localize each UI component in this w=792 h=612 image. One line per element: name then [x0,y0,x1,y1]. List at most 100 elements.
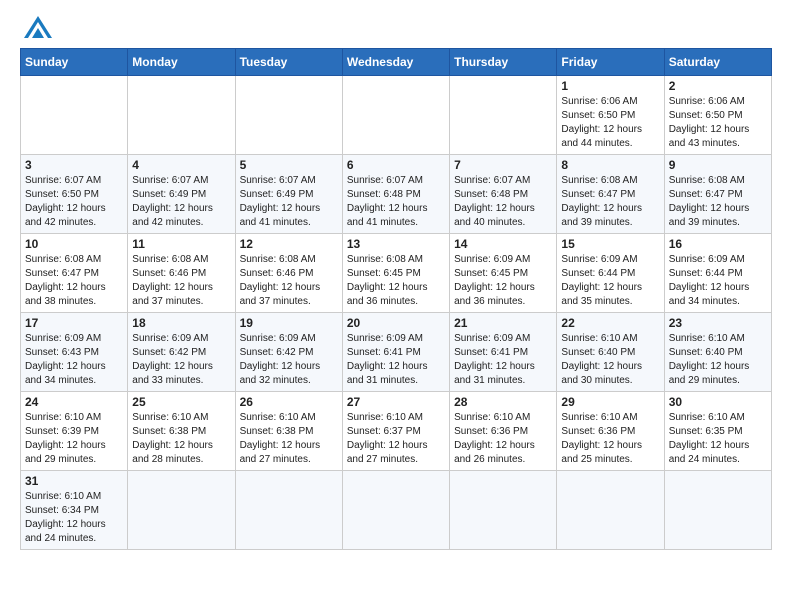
weekday-header-row: SundayMondayTuesdayWednesdayThursdayFrid… [21,49,772,76]
day-info: Sunrise: 6:10 AM Sunset: 6:40 PM Dayligh… [561,332,659,388]
calendar-cell: 20 Sunrise: 6:09 AM Sunset: 6:41 PM Dayli… [342,313,449,392]
day-info: Sunrise: 6:08 AM Sunset: 6:45 PM Dayligh… [347,253,445,309]
day-number: 18 [132,316,230,330]
calendar-cell [450,471,557,550]
day-number: 4 [132,158,230,172]
day-info: Sunrise: 6:10 AM Sunset: 6:36 PM Dayligh… [561,411,659,467]
day-number: 31 [25,474,123,488]
calendar-cell: 4 Sunrise: 6:07 AM Sunset: 6:49 PM Daylig… [128,155,235,234]
day-number: 3 [25,158,123,172]
calendar-cell: 27 Sunrise: 6:10 AM Sunset: 6:37 PM Dayli… [342,392,449,471]
day-number: 22 [561,316,659,330]
calendar-cell: 1Sunrise: 6:06 AM Sunset: 6:50 PM Daylig… [557,76,664,155]
day-number: 6 [347,158,445,172]
day-number: 17 [25,316,123,330]
calendar-cell [128,471,235,550]
calendar-cell: 17 Sunrise: 6:09 AM Sunset: 6:43 PM Dayli… [21,313,128,392]
day-info: Sunrise: 6:09 AM Sunset: 6:45 PM Dayligh… [454,253,552,309]
calendar-week-row: 24 Sunrise: 6:10 AM Sunset: 6:39 PM Dayli… [21,392,772,471]
day-number: 21 [454,316,552,330]
calendar-cell [235,76,342,155]
day-number: 25 [132,395,230,409]
day-info: Sunrise: 6:07 AM Sunset: 6:48 PM Dayligh… [347,174,445,230]
weekday-header-sunday: Sunday [21,49,128,76]
calendar-cell [557,471,664,550]
day-info: Sunrise: 6:08 AM Sunset: 6:47 PM Dayligh… [561,174,659,230]
day-number: 8 [561,158,659,172]
day-number: 24 [25,395,123,409]
calendar-cell: 22 Sunrise: 6:10 AM Sunset: 6:40 PM Dayli… [557,313,664,392]
day-number: 5 [240,158,338,172]
calendar-cell: 7Sunrise: 6:07 AM Sunset: 6:48 PM Daylig… [450,155,557,234]
calendar-cell: 13 Sunrise: 6:08 AM Sunset: 6:45 PM Dayli… [342,234,449,313]
calendar-cell: 19Sunrise: 6:09 AM Sunset: 6:42 PM Dayli… [235,313,342,392]
calendar-cell: 11 Sunrise: 6:08 AM Sunset: 6:46 PM Dayli… [128,234,235,313]
calendar-cell: 25 Sunrise: 6:10 AM Sunset: 6:38 PM Dayli… [128,392,235,471]
day-number: 14 [454,237,552,251]
calendar-cell [450,76,557,155]
calendar-week-row: 31 Sunrise: 6:10 AM Sunset: 6:34 PM Dayli… [21,471,772,550]
day-info: Sunrise: 6:07 AM Sunset: 6:50 PM Dayligh… [25,174,123,230]
day-info: Sunrise: 6:10 AM Sunset: 6:37 PM Dayligh… [347,411,445,467]
calendar-cell: 10 Sunrise: 6:08 AM Sunset: 6:47 PM Dayli… [21,234,128,313]
logo-icon [24,16,52,38]
day-info: Sunrise: 6:09 AM Sunset: 6:42 PM Dayligh… [240,332,338,388]
calendar-table: SundayMondayTuesdayWednesdayThursdayFrid… [20,48,772,550]
calendar-cell: 31 Sunrise: 6:10 AM Sunset: 6:34 PM Dayli… [21,471,128,550]
calendar-cell: 14 Sunrise: 6:09 AM Sunset: 6:45 PM Dayli… [450,234,557,313]
calendar-cell: 26 Sunrise: 6:10 AM Sunset: 6:38 PM Dayli… [235,392,342,471]
calendar-cell: 8 Sunrise: 6:08 AM Sunset: 6:47 PM Daylig… [557,155,664,234]
calendar-cell: 3 Sunrise: 6:07 AM Sunset: 6:50 PM Daylig… [21,155,128,234]
day-info: Sunrise: 6:09 AM Sunset: 6:42 PM Dayligh… [132,332,230,388]
calendar-week-row: 10 Sunrise: 6:08 AM Sunset: 6:47 PM Dayli… [21,234,772,313]
day-info: Sunrise: 6:10 AM Sunset: 6:38 PM Dayligh… [132,411,230,467]
day-number: 26 [240,395,338,409]
day-number: 1 [561,79,659,93]
day-number: 30 [669,395,767,409]
day-info: Sunrise: 6:10 AM Sunset: 6:39 PM Dayligh… [25,411,123,467]
day-info: Sunrise: 6:07 AM Sunset: 6:49 PM Dayligh… [132,174,230,230]
day-number: 9 [669,158,767,172]
day-info: Sunrise: 6:09 AM Sunset: 6:41 PM Dayligh… [454,332,552,388]
calendar-cell: 21 Sunrise: 6:09 AM Sunset: 6:41 PM Dayli… [450,313,557,392]
day-info: Sunrise: 6:08 AM Sunset: 6:47 PM Dayligh… [669,174,767,230]
day-number: 13 [347,237,445,251]
day-number: 11 [132,237,230,251]
calendar-cell: 30Sunrise: 6:10 AM Sunset: 6:35 PM Dayli… [664,392,771,471]
day-number: 15 [561,237,659,251]
day-number: 2 [669,79,767,93]
day-info: Sunrise: 6:08 AM Sunset: 6:47 PM Dayligh… [25,253,123,309]
calendar-week-row: 17 Sunrise: 6:09 AM Sunset: 6:43 PM Dayli… [21,313,772,392]
day-info: Sunrise: 6:09 AM Sunset: 6:44 PM Dayligh… [669,253,767,309]
day-info: Sunrise: 6:09 AM Sunset: 6:41 PM Dayligh… [347,332,445,388]
day-number: 28 [454,395,552,409]
calendar-cell: 2 Sunrise: 6:06 AM Sunset: 6:50 PM Daylig… [664,76,771,155]
day-number: 23 [669,316,767,330]
day-info: Sunrise: 6:09 AM Sunset: 6:43 PM Dayligh… [25,332,123,388]
day-number: 10 [25,237,123,251]
weekday-header-wednesday: Wednesday [342,49,449,76]
day-info: Sunrise: 6:10 AM Sunset: 6:38 PM Dayligh… [240,411,338,467]
day-number: 16 [669,237,767,251]
logo [20,16,52,40]
day-info: Sunrise: 6:08 AM Sunset: 6:46 PM Dayligh… [132,253,230,309]
day-info: Sunrise: 6:06 AM Sunset: 6:50 PM Dayligh… [669,95,767,151]
day-number: 27 [347,395,445,409]
calendar-cell [342,471,449,550]
calendar-cell: 6 Sunrise: 6:07 AM Sunset: 6:48 PM Daylig… [342,155,449,234]
day-number: 7 [454,158,552,172]
weekday-header-friday: Friday [557,49,664,76]
day-number: 20 [347,316,445,330]
calendar-cell: 24 Sunrise: 6:10 AM Sunset: 6:39 PM Dayli… [21,392,128,471]
calendar-cell [664,471,771,550]
day-info: Sunrise: 6:10 AM Sunset: 6:36 PM Dayligh… [454,411,552,467]
day-number: 29 [561,395,659,409]
calendar-cell [128,76,235,155]
day-info: Sunrise: 6:10 AM Sunset: 6:34 PM Dayligh… [25,490,123,546]
calendar-cell [342,76,449,155]
day-number: 12 [240,237,338,251]
calendar-cell: 28 Sunrise: 6:10 AM Sunset: 6:36 PM Dayli… [450,392,557,471]
day-info: Sunrise: 6:10 AM Sunset: 6:40 PM Dayligh… [669,332,767,388]
day-info: Sunrise: 6:07 AM Sunset: 6:49 PM Dayligh… [240,174,338,230]
calendar-cell [21,76,128,155]
